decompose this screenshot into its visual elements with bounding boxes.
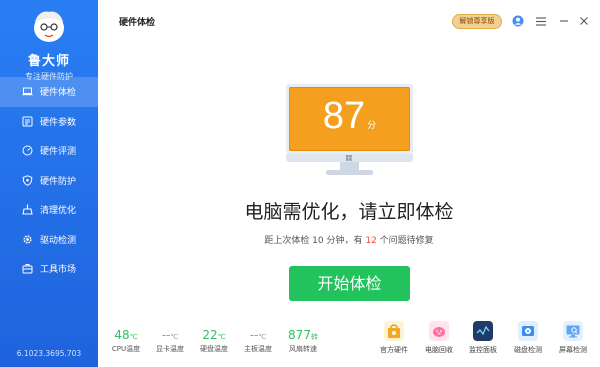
piggy-bank-icon xyxy=(429,321,449,341)
sidebar: 鲁大师 专注硬件防护 硬件体检 硬件参数 硬件评测 硬件防护 清理优化 驱动检测… xyxy=(0,0,98,367)
version-text: 6.1023.3695.703 xyxy=(16,349,82,358)
score-unit: 分 xyxy=(367,121,377,131)
tool-pc-recycle[interactable]: 电脑回收 xyxy=(416,321,462,355)
sidebar-item-cleanup[interactable]: 清理优化 xyxy=(0,195,98,225)
page-title: 硬件体检 xyxy=(119,18,156,28)
stat-board-temp: --℃ 主板温度 xyxy=(235,328,281,354)
sidebar-item-hardware-check[interactable]: 硬件体检 xyxy=(0,77,98,107)
sidebar-item-label: 硬件参数 xyxy=(40,117,77,128)
sidebar-item-label: 工具市场 xyxy=(40,265,77,276)
stat-value: 22℃ xyxy=(202,328,226,342)
monitor-base xyxy=(326,170,373,175)
sidebar-item-hardware-protection[interactable]: 硬件防护 xyxy=(0,166,98,196)
gear-icon xyxy=(22,234,33,245)
user-icon[interactable] xyxy=(511,14,525,28)
issue-count: 12 xyxy=(365,236,377,246)
stat-gpu-temp: --℃ 显卡温度 xyxy=(147,328,193,354)
sidebar-item-label: 清理优化 xyxy=(40,206,77,217)
stat-label: 风扇转速 xyxy=(289,345,317,353)
tool-label: 电脑回收 xyxy=(425,346,453,354)
score-monitor: 87 分 xyxy=(286,84,413,176)
tool-monitor-panel[interactable]: 监控面板 xyxy=(460,321,506,355)
monitor-neck xyxy=(340,162,359,170)
broom-icon xyxy=(22,204,33,215)
sidebar-item-tool-market[interactable]: 工具市场 xyxy=(0,254,98,284)
close-icon[interactable] xyxy=(577,14,591,28)
shopping-bag-icon xyxy=(384,321,404,341)
stat-value: 48℃ xyxy=(114,328,138,342)
sidebar-item-hardware-benchmark[interactable]: 硬件评测 xyxy=(0,136,98,166)
stat-cpu-temp: 48℃ CPU温度 xyxy=(103,328,149,354)
sidebar-nav: 硬件体检 硬件参数 硬件评测 硬件防护 清理优化 驱动检测 工具市场 xyxy=(0,77,98,284)
screen-check-icon xyxy=(563,321,583,341)
tool-screen-check[interactable]: 屏幕检测 xyxy=(550,321,596,355)
tool-label: 磁盘检测 xyxy=(514,346,542,354)
brand-name: 鲁大师 xyxy=(27,54,70,69)
monitor-screen: 87 分 xyxy=(289,87,410,151)
list-icon xyxy=(22,116,33,127)
ludashi-logo xyxy=(34,11,64,42)
stat-disk-temp: 22℃ 硬盘温度 xyxy=(191,328,237,354)
windows-icon xyxy=(346,155,352,161)
disk-icon xyxy=(518,321,538,341)
toolbox-icon xyxy=(22,263,33,274)
status-headline: 电脑需优化，请立即体检 xyxy=(244,201,454,223)
stat-label: 主板温度 xyxy=(244,345,272,353)
stat-label: 显卡温度 xyxy=(156,345,184,353)
start-check-button[interactable]: 开始体检 xyxy=(289,266,410,301)
stat-label: 硬盘温度 xyxy=(200,345,228,353)
shield-icon xyxy=(22,175,33,186)
tool-label: 官方硬件 xyxy=(380,346,408,354)
score-display: 87 分 xyxy=(289,95,410,138)
subline-suffix: 个问题待修复 xyxy=(376,236,434,246)
sidebar-item-label: 硬件评测 xyxy=(40,147,77,158)
stat-fan-speed: 877转 风扇转速 xyxy=(280,328,326,354)
sidebar-item-driver-check[interactable]: 驱动检测 xyxy=(0,225,98,255)
stat-value: --℃ xyxy=(249,328,267,342)
subline-prefix: 距上次体检 10 分钟，有 xyxy=(264,236,366,246)
monitor-panel-icon xyxy=(473,321,493,341)
monitor-chin xyxy=(286,154,413,162)
title-bar: 硬件体检 解锁尊享版 xyxy=(98,0,600,42)
stat-value: --℃ xyxy=(161,328,179,342)
unlock-premium-button[interactable]: 解锁尊享版 xyxy=(452,14,502,29)
sidebar-item-label: 硬件防护 xyxy=(40,176,77,187)
sidebar-item-label: 硬件体检 xyxy=(40,88,77,99)
sidebar-item-label: 驱动检测 xyxy=(40,235,77,246)
status-subline: 距上次体检 10 分钟，有 12 个问题待修复 xyxy=(98,233,600,246)
stat-value: 877转 xyxy=(288,328,318,342)
score-value: 87 xyxy=(322,95,366,137)
logo-area: 鲁大师 专注硬件防护 xyxy=(0,8,98,82)
tool-disk-check[interactable]: 磁盘检测 xyxy=(505,321,551,355)
stat-label: CPU温度 xyxy=(111,345,141,353)
menu-icon[interactable] xyxy=(534,14,548,28)
tool-official-hardware[interactable]: 官方硬件 xyxy=(371,321,417,355)
gauge-icon xyxy=(22,145,33,156)
sidebar-item-hardware-params[interactable]: 硬件参数 xyxy=(0,107,98,137)
laptop-icon xyxy=(22,86,33,97)
tool-label: 监控面板 xyxy=(469,346,497,354)
tool-label: 屏幕检测 xyxy=(559,346,587,354)
minimize-icon[interactable] xyxy=(557,14,571,28)
